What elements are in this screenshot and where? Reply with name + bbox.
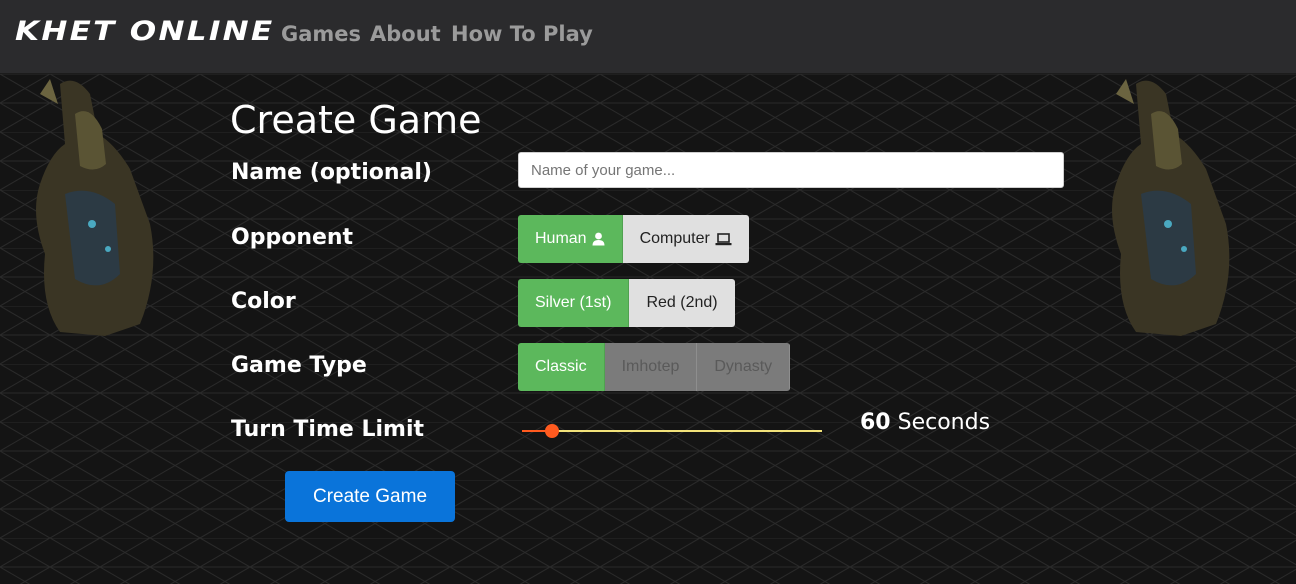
nav-link-how-to-play[interactable]: How To Play (451, 22, 593, 46)
color-button-group: Silver (1st) Red (2nd) (518, 279, 735, 327)
nav-link-about[interactable]: About (370, 22, 441, 46)
opponent-human-label: Human (535, 230, 587, 247)
page-title: Create Game (230, 98, 482, 142)
color-red-button[interactable]: Red (2nd) (629, 279, 735, 327)
page: Khet Online Games About How To Play Crea… (0, 0, 1296, 584)
pharaoh-figure-left (36, 79, 154, 337)
turn-time-unit: Seconds (897, 410, 991, 435)
nav-link-games[interactable]: Games (281, 22, 361, 46)
color-silver-button[interactable]: Silver (1st) (518, 279, 630, 327)
game-type-imhotep-button[interactable]: Imhotep (604, 343, 698, 391)
opponent-computer-label: Computer (639, 230, 710, 247)
game-name-input[interactable] (518, 152, 1064, 188)
game-type-dynasty-button[interactable]: Dynasty (697, 343, 791, 391)
opponent-button-group: Human Computer (518, 215, 749, 263)
turn-time-readout: 60 Seconds (860, 410, 990, 435)
name-label: Name (optional) (231, 160, 432, 185)
opponent-label: Opponent (231, 225, 354, 250)
game-type-label: Game Type (231, 353, 367, 378)
logo[interactable]: Khet Online (15, 16, 274, 47)
turn-time-value: 60 (860, 410, 891, 435)
color-label: Color (231, 289, 296, 314)
game-type-button-group: Classic Imhotep Dynasty (518, 343, 791, 391)
slider-thumb[interactable] (545, 424, 559, 438)
turn-time-slider[interactable] (522, 421, 822, 441)
pharaoh-figure-right (1112, 79, 1230, 337)
navbar: Khet Online Games About How To Play (0, 0, 1296, 74)
slider-track (552, 430, 822, 432)
turn-time-label: Turn Time Limit (231, 417, 425, 442)
opponent-human-button[interactable]: Human (518, 215, 623, 263)
create-game-button[interactable]: Create Game (285, 471, 455, 522)
opponent-computer-button[interactable]: Computer (622, 215, 749, 263)
laptop-icon (715, 232, 732, 245)
user-icon (592, 232, 605, 246)
game-type-classic-button[interactable]: Classic (518, 343, 605, 391)
